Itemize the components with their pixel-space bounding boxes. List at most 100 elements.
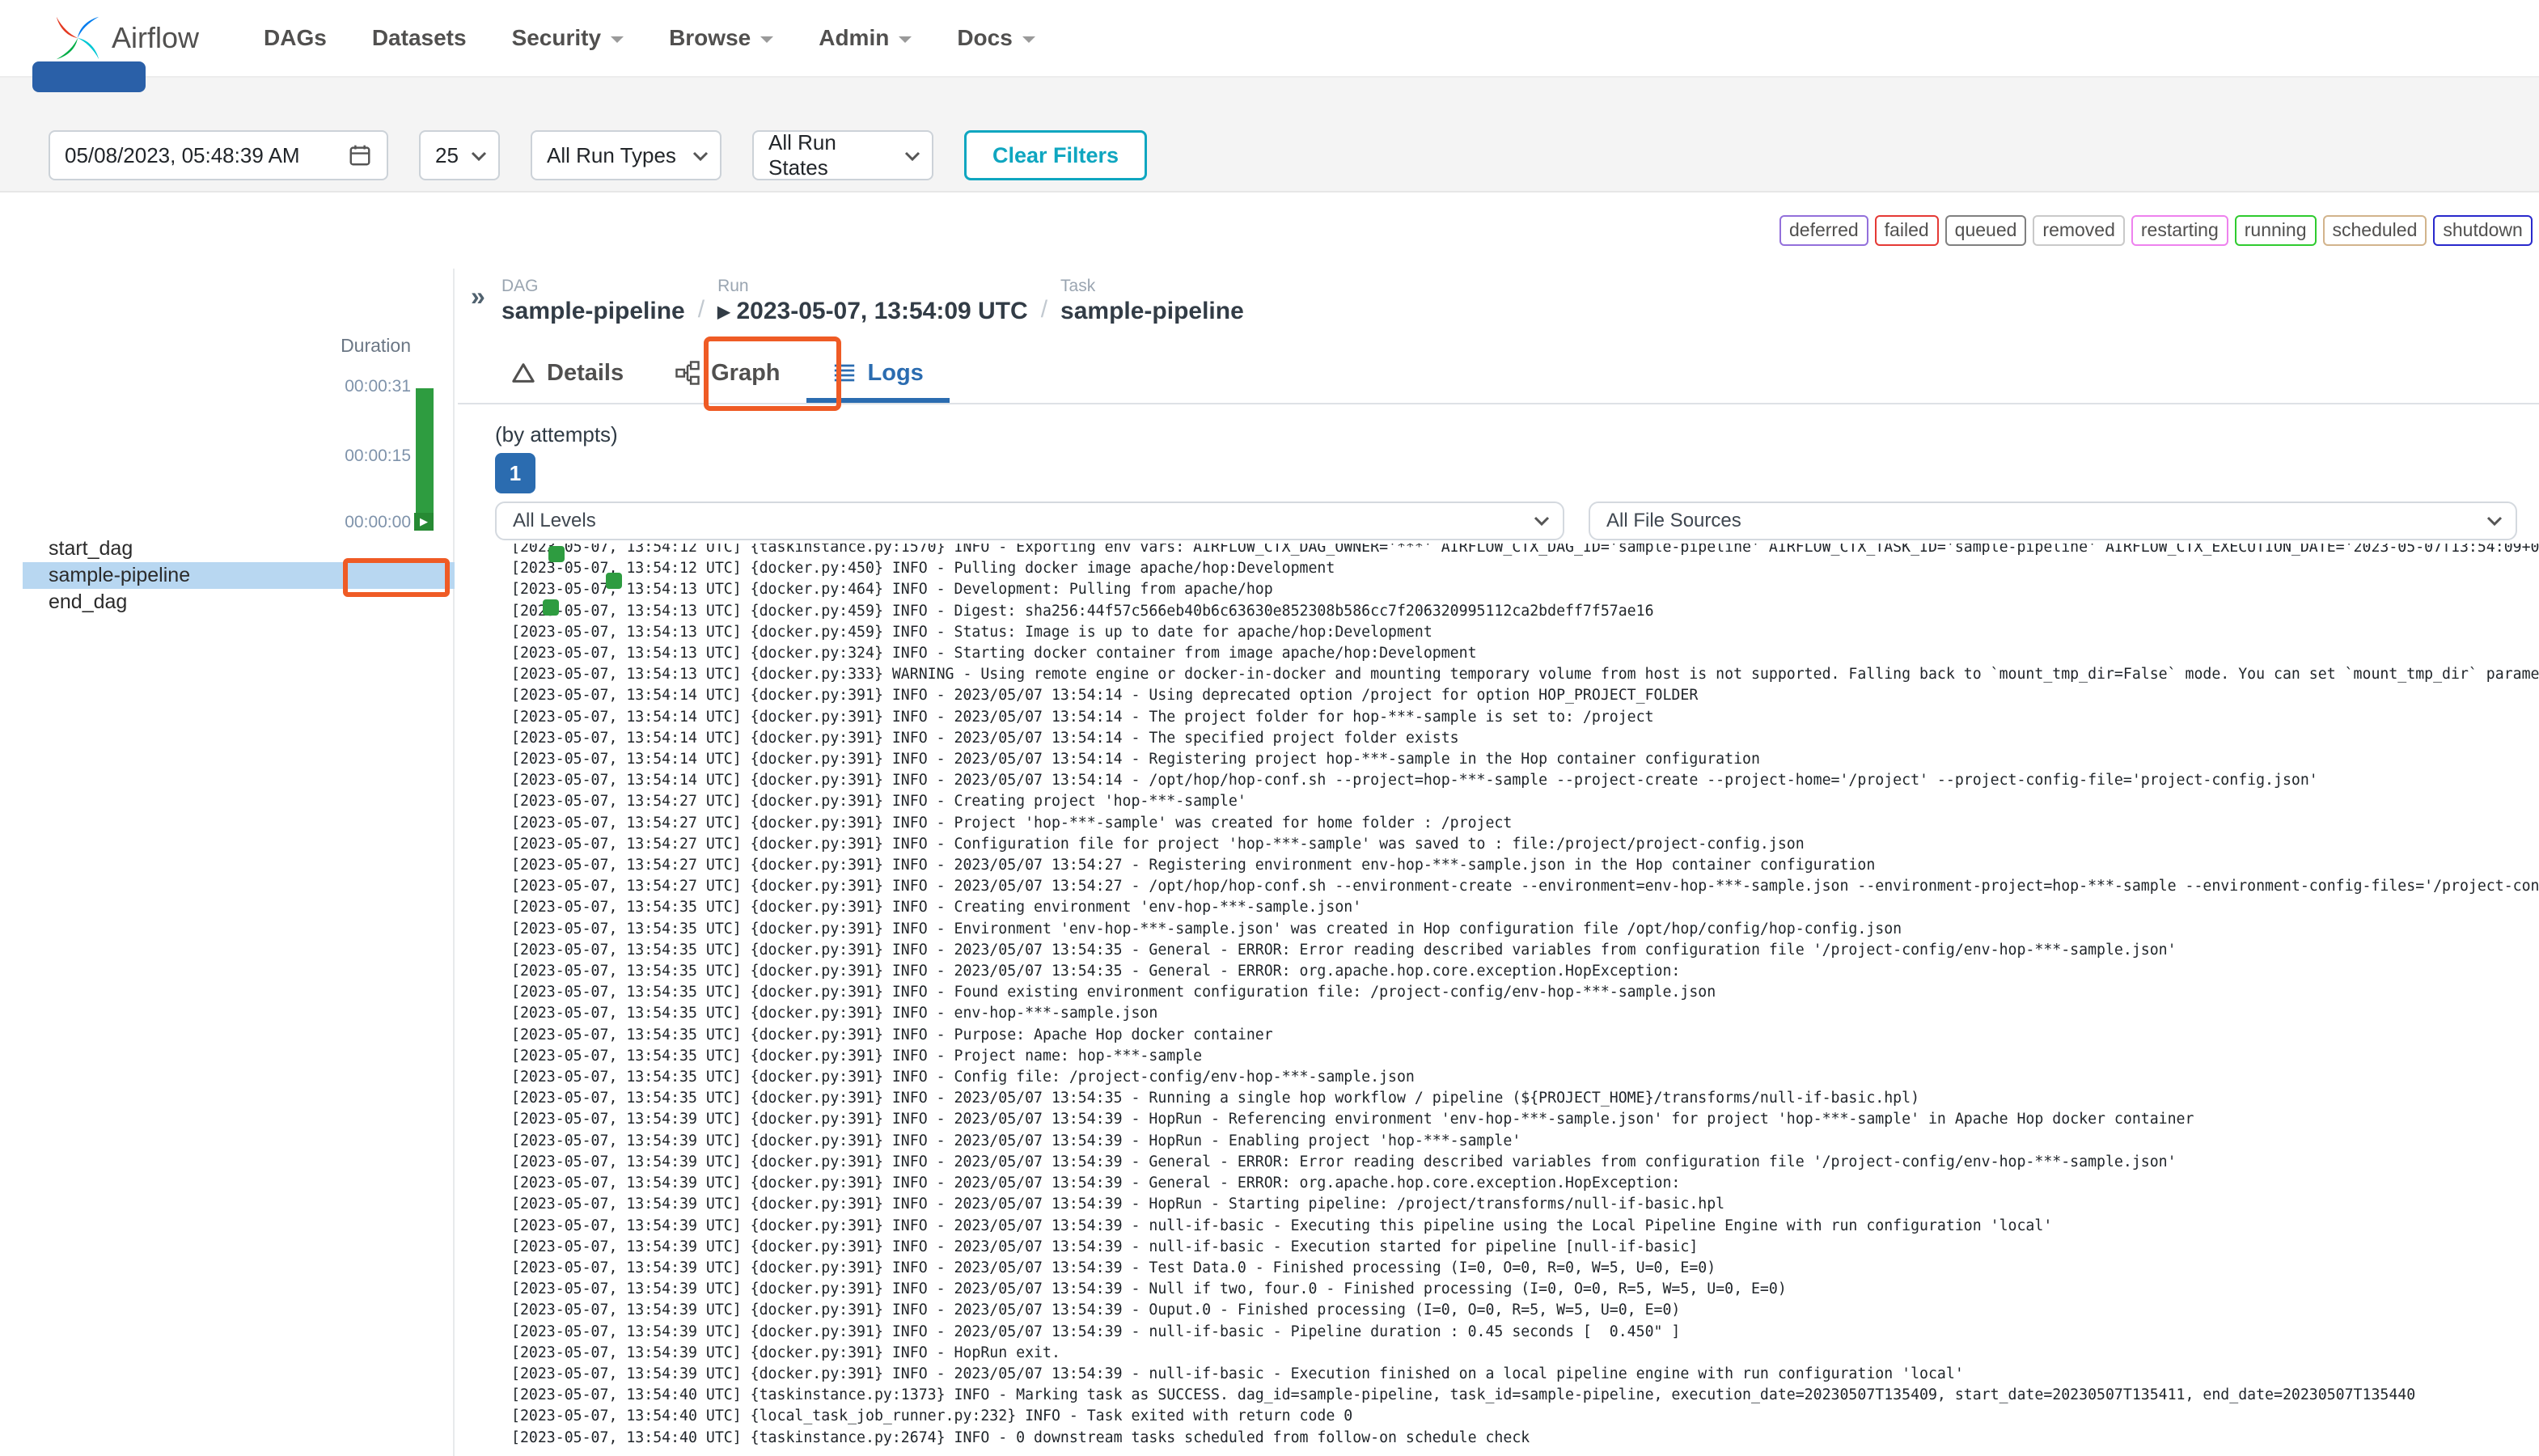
log-line: [2023-05-07, 13:54:14 UTC] {docker.py:39… [511, 687, 1699, 705]
log-line: [2023-05-07, 13:54:13 UTC] {docker.py:45… [511, 623, 1432, 641]
log-line: [2023-05-07, 13:54:27 UTC] {docker.py:39… [511, 857, 1876, 874]
log-line: [2023-05-07, 13:54:39 UTC] {docker.py:39… [511, 1217, 2053, 1234]
top-navbar: Airflow DAGs Datasets Security Browse Ad… [0, 0, 2539, 78]
base-date-input[interactable]: 05/08/2023, 05:48:39 AM [49, 130, 388, 180]
tab-label: Details [547, 359, 624, 386]
tab-details[interactable]: Details [485, 343, 650, 403]
log-line: [2023-05-07, 13:54:13 UTC] {docker.py:33… [511, 666, 2539, 684]
details-triangle-icon [512, 363, 535, 383]
status-badge-restarting[interactable]: restarting [2131, 215, 2228, 246]
tab-label: Logs [867, 359, 924, 386]
by-attempts-label: (by attempts) [495, 422, 618, 447]
dag-run-duration-bar[interactable] [416, 388, 434, 514]
grid-panel: « Duration 00:00:31 00:00:15 00:00:00 ▶ … [0, 269, 623, 1456]
log-line: [2023-05-07, 13:54:27 UTC] {docker.py:39… [511, 878, 2539, 895]
log-line: [2023-05-07, 13:54:27 UTC] {docker.py:39… [511, 793, 1246, 811]
log-line: [2023-05-07, 13:54:39 UTC] {docker.py:39… [511, 1132, 1521, 1149]
chevron-down-icon [899, 36, 912, 43]
nav-item-browse[interactable]: Browse [646, 9, 796, 67]
status-badge-failed[interactable]: failed [1874, 215, 1939, 246]
log-line: [2023-05-07, 13:54:35 UTC] {docker.py:39… [511, 1047, 1203, 1064]
log-levels-select[interactable]: All Levels [495, 502, 1564, 540]
airflow-brand-link[interactable]: Airflow [0, 15, 199, 61]
breadcrumb-dag-label: DAG [501, 277, 539, 295]
log-line: [2023-05-07, 13:54:35 UTC] {docker.py:39… [511, 1069, 1415, 1086]
task-instance-square[interactable] [548, 545, 565, 562]
breadcrumb-task: Task sample-pipeline [1060, 277, 1244, 325]
selected-run-marker[interactable]: ▶ [414, 513, 434, 531]
log-line: [2023-05-07, 13:54:39 UTC] {docker.py:39… [511, 1259, 1716, 1276]
num-runs-select[interactable]: 25 [419, 130, 500, 180]
log-line: [2023-05-07, 13:54:12 UTC] {taskinstance… [511, 544, 2539, 556]
num-runs-value: 25 [435, 142, 459, 167]
clear-filters-button[interactable]: Clear Filters [964, 130, 1148, 180]
chevron-down-icon [1534, 516, 1550, 527]
airflow-grid-page: Airflow DAGs Datasets Security Browse Ad… [0, 0, 2539, 1456]
nav-label: Security [511, 25, 602, 50]
nav-item-dags[interactable]: DAGs [241, 9, 349, 67]
status-badge-deferred[interactable]: deferred [1779, 215, 1868, 246]
nav-menu: DAGs Datasets Security Browse Admin Docs [241, 9, 1058, 67]
chevron-down-icon [1022, 36, 1035, 43]
filter-controls: 05/08/2023, 05:48:39 AM 25 All Run Types… [49, 129, 1148, 181]
breadcrumb-dag-value[interactable]: sample-pipeline [501, 298, 685, 325]
task-row-sample-pipeline[interactable]: sample-pipeline [0, 562, 623, 589]
log-line: [2023-05-07, 13:54:39 UTC] {docker.py:39… [511, 1302, 1681, 1319]
nav-label: Datasets [371, 25, 467, 50]
nav-item-admin[interactable]: Admin [796, 9, 934, 67]
breadcrumb-run-label: Run [717, 277, 749, 295]
status-badge-scheduled[interactable]: scheduled [2322, 215, 2427, 246]
log-line: [2023-05-07, 13:54:35 UTC] {docker.py:39… [511, 984, 1716, 1001]
chevron-down-icon [692, 151, 709, 162]
tab-logs[interactable]: Logs [806, 343, 950, 403]
log-output[interactable]: [2023-05-07, 13:54:12 UTC] {taskinstance… [511, 544, 2539, 1451]
breadcrumb-separator: / [697, 296, 705, 323]
run-timestamp: 2023-05-07, 13:54:09 UTC [736, 298, 1028, 324]
chevron-down-icon [760, 36, 774, 43]
task-name: sample-pipeline [49, 564, 191, 586]
attempt-1-button[interactable]: 1 [495, 453, 535, 493]
nav-label: Docs [957, 25, 1013, 50]
log-line: [2023-05-07, 13:54:27 UTC] {docker.py:39… [511, 814, 1513, 832]
log-line: [2023-05-07, 13:54:35 UTC] {docker.py:39… [511, 1005, 1158, 1022]
nav-label: Browse [669, 25, 751, 50]
log-line: [2023-05-07, 13:54:35 UTC] {docker.py:39… [511, 920, 1902, 938]
nav-item-security[interactable]: Security [489, 9, 647, 67]
tab-graph[interactable]: Graph [650, 343, 806, 403]
breadcrumb-run-value[interactable]: ▶ 2023-05-07, 13:54:09 UTC [717, 298, 1028, 325]
task-instance-square[interactable] [543, 599, 560, 616]
log-line: [2023-05-07, 13:54:39 UTC] {docker.py:39… [511, 1111, 2194, 1128]
task-row-start-dag[interactable]: start_dag [0, 535, 565, 562]
log-line: [2023-05-07, 13:54:14 UTC] {docker.py:39… [511, 772, 2318, 789]
status-badge-removed[interactable]: removed [2033, 215, 2125, 246]
nav-item-docs[interactable]: Docs [934, 9, 1057, 67]
log-line: [2023-05-07, 13:54:13 UTC] {docker.py:32… [511, 645, 1477, 662]
logs-list-icon [834, 364, 854, 382]
task-list: start_dag sample-pipeline end_dag [0, 535, 623, 616]
duration-tick: 00:00:15 [345, 447, 411, 465]
run-states-select[interactable]: All Run States [752, 130, 933, 180]
log-line: [2023-05-07, 13:54:13 UTC] {docker.py:46… [511, 581, 1273, 599]
expand-panel-icon[interactable]: » [471, 281, 485, 311]
base-date-value: 05/08/2023, 05:48:39 AM [65, 142, 300, 167]
task-instance-square[interactable] [606, 572, 623, 589]
nav-item-datasets[interactable]: Datasets [349, 9, 489, 67]
log-line: [2023-05-07, 13:54:14 UTC] {docker.py:39… [511, 708, 1654, 726]
log-line: [2023-05-07, 13:54:39 UTC] {docker.py:39… [511, 1280, 1787, 1298]
status-legend: deferred failed queued removed restartin… [1779, 215, 2539, 246]
run-types-select[interactable]: All Run Types [531, 130, 721, 180]
duration-axis-label: Duration [341, 335, 411, 356]
breadcrumb-task-value[interactable]: sample-pipeline [1060, 298, 1244, 325]
log-line: [2023-05-07, 13:54:39 UTC] {docker.py:39… [511, 1323, 1681, 1340]
status-badge-queued[interactable]: queued [1944, 215, 2027, 246]
task-name: start_dag [49, 537, 133, 560]
breadcrumb: DAG sample-pipeline / Run ▶ 2023-05-07, 1… [501, 277, 1244, 325]
task-row-end-dag[interactable]: end_dag [0, 589, 560, 616]
status-badge-running[interactable]: running [2234, 215, 2317, 246]
scrolled-primary-button-fragment[interactable] [32, 61, 146, 92]
status-badge-shutdown[interactable]: shutdown [2433, 215, 2533, 246]
log-line: [2023-05-07, 13:54:39 UTC] {docker.py:39… [511, 1344, 1060, 1361]
airflow-pinwheel-icon [56, 16, 99, 60]
log-file-sources-select[interactable]: All File Sources [1589, 502, 2517, 540]
breadcrumb-run: Run ▶ 2023-05-07, 13:54:09 UTC [717, 277, 1028, 325]
